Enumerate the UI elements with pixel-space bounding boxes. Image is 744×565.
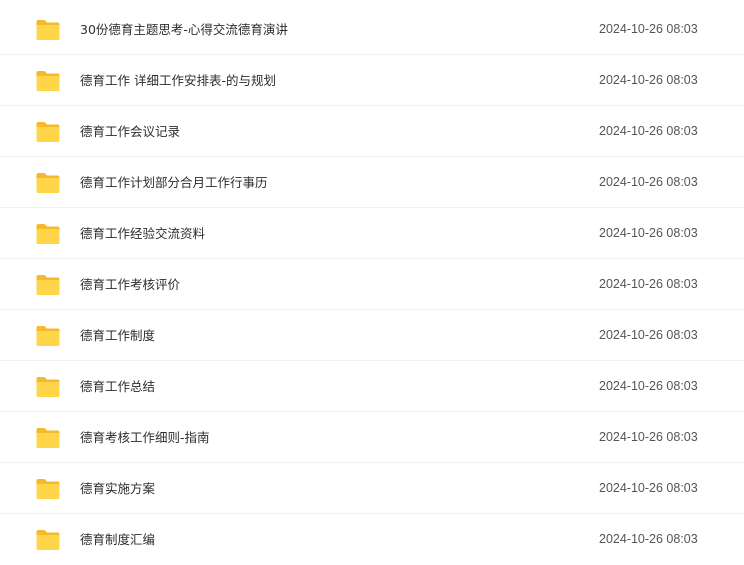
folder-name[interactable]: 德育工作会议记录 bbox=[80, 106, 180, 157]
folder-icon bbox=[35, 529, 61, 551]
modified-date: 2024-10-26 08:03 bbox=[599, 226, 698, 240]
folder-row[interactable]: 30份德育主题思考-心得交流德育演讲 2024-10-26 08:03 bbox=[0, 4, 744, 55]
folder-row[interactable]: 德育工作计划部分合月工作行事历 2024-10-26 08:03 bbox=[0, 157, 744, 208]
folder-name[interactable]: 德育考核工作细则-指南 bbox=[80, 412, 210, 463]
folder-icon bbox=[35, 70, 61, 92]
folder-row[interactable]: 德育工作会议记录 2024-10-26 08:03 bbox=[0, 106, 744, 157]
folder-icon bbox=[35, 376, 61, 398]
folder-row[interactable]: 德育工作考核评价 2024-10-26 08:03 bbox=[0, 259, 744, 310]
file-list: 30份德育主题思考-心得交流德育演讲 2024-10-26 08:03 德育工作… bbox=[0, 4, 744, 565]
folder-row[interactable]: 德育工作 详细工作安排表-的与规划 2024-10-26 08:03 bbox=[0, 55, 744, 106]
modified-date: 2024-10-26 08:03 bbox=[599, 124, 698, 138]
folder-name[interactable]: 德育制度汇编 bbox=[80, 514, 155, 565]
folder-icon bbox=[35, 19, 61, 41]
folder-icon bbox=[35, 325, 61, 347]
folder-name[interactable]: 德育工作计划部分合月工作行事历 bbox=[80, 157, 268, 208]
folder-name[interactable]: 德育实施方案 bbox=[80, 463, 155, 514]
modified-date: 2024-10-26 08:03 bbox=[599, 481, 698, 495]
folder-name[interactable]: 德育工作总结 bbox=[80, 361, 155, 412]
folder-row[interactable]: 德育制度汇编 2024-10-26 08:03 bbox=[0, 514, 744, 565]
folder-name[interactable]: 30份德育主题思考-心得交流德育演讲 bbox=[80, 4, 288, 55]
folder-row[interactable]: 德育工作制度 2024-10-26 08:03 bbox=[0, 310, 744, 361]
modified-date: 2024-10-26 08:03 bbox=[599, 328, 698, 342]
folder-icon bbox=[35, 427, 61, 449]
folder-row[interactable]: 德育工作经验交流资料 2024-10-26 08:03 bbox=[0, 208, 744, 259]
folder-icon bbox=[35, 223, 61, 245]
folder-row[interactable]: 德育实施方案 2024-10-26 08:03 bbox=[0, 463, 744, 514]
modified-date: 2024-10-26 08:03 bbox=[599, 175, 698, 189]
modified-date: 2024-10-26 08:03 bbox=[599, 277, 698, 291]
folder-icon bbox=[35, 172, 61, 194]
folder-name[interactable]: 德育工作制度 bbox=[80, 310, 155, 361]
modified-date: 2024-10-26 08:03 bbox=[599, 73, 698, 87]
folder-row[interactable]: 德育考核工作细则-指南 2024-10-26 08:03 bbox=[0, 412, 744, 463]
folder-name[interactable]: 德育工作考核评价 bbox=[80, 259, 180, 310]
folder-icon bbox=[35, 121, 61, 143]
modified-date: 2024-10-26 08:03 bbox=[599, 22, 698, 36]
folder-icon bbox=[35, 478, 61, 500]
modified-date: 2024-10-26 08:03 bbox=[599, 430, 698, 444]
modified-date: 2024-10-26 08:03 bbox=[599, 532, 698, 546]
folder-name[interactable]: 德育工作经验交流资料 bbox=[80, 208, 205, 259]
folder-name[interactable]: 德育工作 详细工作安排表-的与规划 bbox=[80, 55, 276, 106]
modified-date: 2024-10-26 08:03 bbox=[599, 379, 698, 393]
folder-icon bbox=[35, 274, 61, 296]
folder-row[interactable]: 德育工作总结 2024-10-26 08:03 bbox=[0, 361, 744, 412]
